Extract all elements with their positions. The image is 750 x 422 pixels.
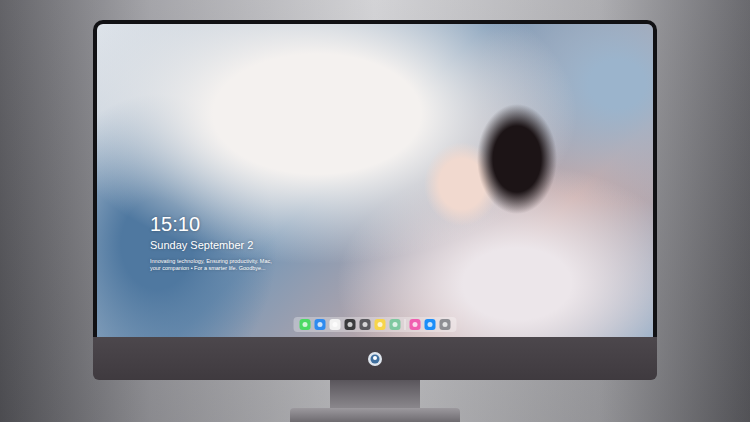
monitor-bezel: 15:10 Sunday September 2 Innovating techno…: [93, 20, 657, 337]
clock-time: 15:10: [150, 212, 272, 236]
app-glyph-icon: [363, 322, 368, 327]
lock-clock: 15:10 Sunday September 2 Innovating techno…: [150, 212, 272, 272]
dock-app-icon[interactable]: [425, 319, 436, 330]
brand-logo-icon: [367, 351, 383, 367]
app-glyph-icon: [378, 322, 383, 327]
dock-app-icon[interactable]: [315, 319, 326, 330]
wallpaper-photo: [97, 24, 653, 337]
monitor-chin: [93, 337, 657, 380]
dock-app-icon[interactable]: [390, 319, 401, 330]
dock-separator: [405, 319, 406, 330]
dock-app-icon[interactable]: [360, 319, 371, 330]
app-glyph-icon: [333, 322, 338, 327]
app-glyph-icon: [303, 322, 308, 327]
dock-app-icon[interactable]: [330, 319, 341, 330]
app-glyph-icon: [393, 322, 398, 327]
dock: [294, 317, 457, 332]
app-glyph-icon: [348, 322, 353, 327]
app-glyph-icon: [413, 322, 418, 327]
tagline: Innovating technology, Ensuring producti…: [150, 258, 272, 272]
dock-app-icon[interactable]: [440, 319, 451, 330]
tagline-line: your companion • For a smarter life. Goo…: [150, 265, 272, 272]
dock-app-icon[interactable]: [410, 319, 421, 330]
app-glyph-icon: [318, 322, 323, 327]
screen: 15:10 Sunday September 2 Innovating techno…: [97, 24, 653, 337]
dock-app-icon[interactable]: [345, 319, 356, 330]
dock-app-icon[interactable]: [300, 319, 311, 330]
app-glyph-icon: [428, 322, 433, 327]
tagline-line: Innovating technology, Ensuring producti…: [150, 258, 272, 265]
monitor: 15:10 Sunday September 2 Innovating techno…: [93, 20, 657, 422]
monitor-stand: [330, 380, 420, 408]
dock-app-icon[interactable]: [375, 319, 386, 330]
desktop-render: 15:10 Sunday September 2 Innovating techno…: [0, 0, 750, 422]
monitor-base: [290, 408, 460, 422]
app-glyph-icon: [443, 322, 448, 327]
clock-date: Sunday September 2: [150, 238, 272, 252]
